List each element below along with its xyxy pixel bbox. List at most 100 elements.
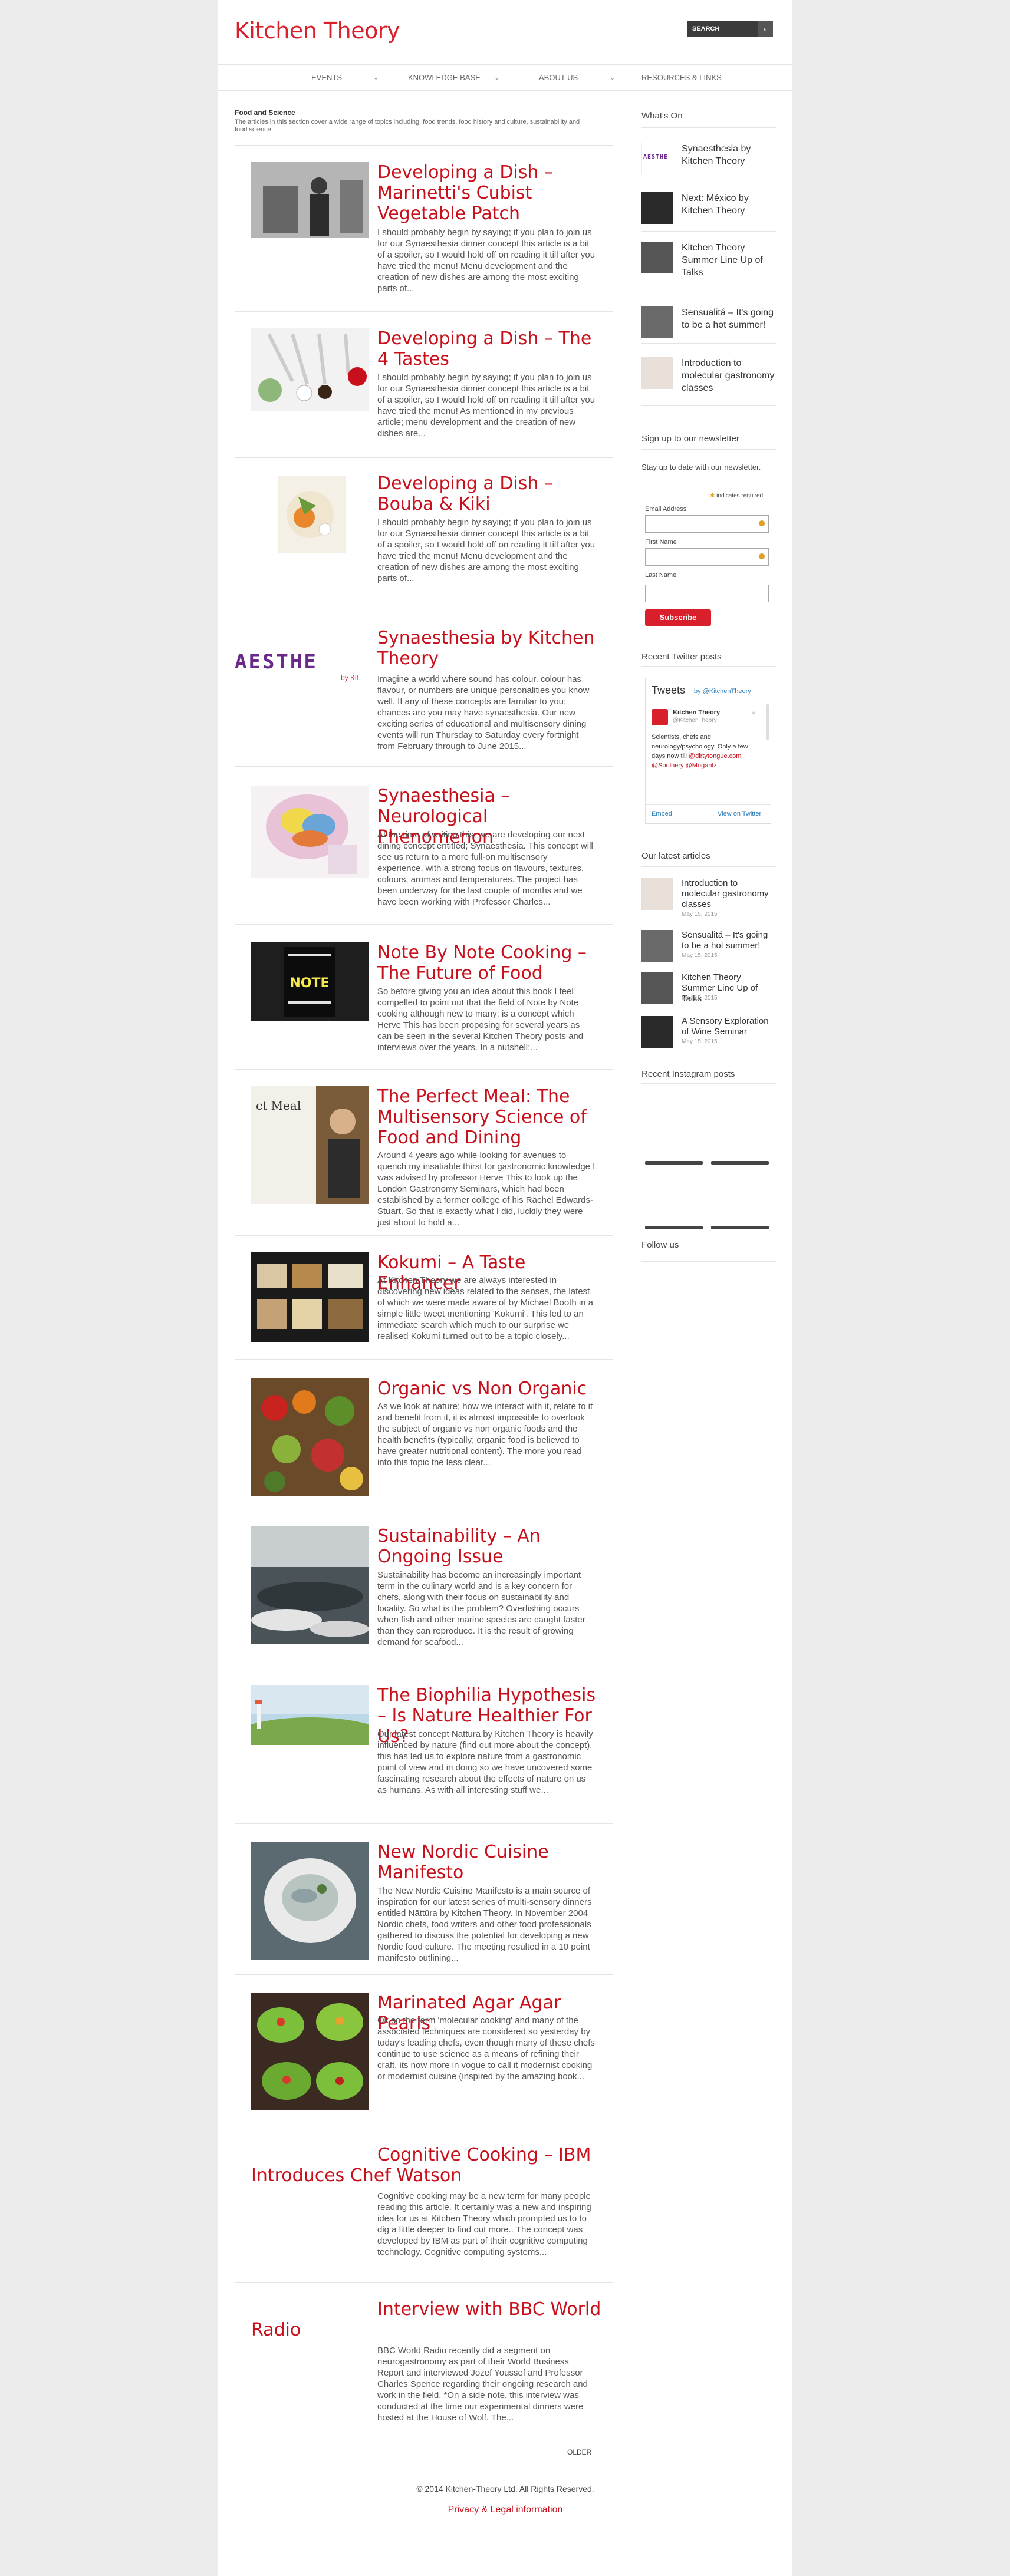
post-item: Sustainability – An Ongoing Issue Sustai… [235,1508,613,1668]
synaesthesia-thumb: AESTHE [641,143,673,174]
twitter-scrollbar[interactable] [766,704,769,740]
whats-on-label: Next: México by Kitchen Theory [682,193,749,216]
post-thumbnail[interactable] [251,1378,369,1496]
subscribe-button[interactable]: Subscribe [645,609,711,626]
search-icon: ⌕ [763,24,768,33]
instagram-tile[interactable] [711,1161,769,1165]
search-button[interactable]: ⌕ [758,21,773,37]
view-on-twitter-link[interactable]: View on Twitter [718,810,761,817]
divider [641,1083,776,1084]
divider [641,1261,776,1262]
instagram-tile[interactable] [645,1161,703,1165]
whats-on-title: What's On [641,111,683,121]
post-thumbnail[interactable] [251,473,369,556]
privacy-link[interactable]: Privacy & Legal information [218,2505,792,2515]
post-excerpt: Sustainability has become an increasingl… [377,1570,585,1647]
post-thumbnail[interactable]: AESTHE by Kit [235,648,369,683]
sensualita-thumb [641,306,673,338]
post-title[interactable]: Synaesthesia by Kitchen Theory [377,628,601,669]
divider [641,449,776,450]
post-thumbnail[interactable] [251,1526,369,1644]
post-item: The Biophilia Hypothesis – Is Nature Hea… [235,1668,613,1823]
post-excerpt: As we look at nature; how we interact wi… [377,1401,593,1467]
post-thumbnail[interactable] [251,1993,369,2110]
latest-article-date: May 15, 2015 [682,952,718,959]
email-field[interactable] [645,515,769,533]
nav-item-events[interactable]: EVENTS ⌄ [311,65,379,91]
divider [641,127,776,128]
nav-item-resources-links[interactable]: RESOURCES & LINKS [641,65,722,91]
footer-copyright: © 2014 Kitchen-Theory Ltd. All Rights Re… [416,2484,594,2493]
latest-article-title: Sensualitá – It's going to be a hot summ… [682,930,768,951]
chevron-down-icon: ⌄ [494,74,500,81]
molecular-class-thumb [641,357,673,389]
post-excerpt: BBC World Radio recently did a segment o… [377,2346,588,2423]
chevron-down-icon: ⌄ [373,74,379,81]
post-title[interactable]: Interview with BBC World Radio [251,2299,605,2340]
post-thumbnail[interactable]: ct Meal [251,1086,369,1204]
whats-on-label: Kitchen Theory Summer Line Up of Talks [682,243,763,278]
older-posts-link[interactable]: OLDER [567,2448,591,2456]
talks-thumb [641,242,673,273]
svg-text:ct Meal: ct Meal [256,1099,301,1113]
divider [641,666,776,667]
post-excerpt: At Kitchen Theory we are always interest… [377,1275,594,1341]
post-title[interactable]: Note By Note Cooking – The Future of Foo… [377,942,601,984]
tweets-by[interactable]: by @KitchenTheory [694,688,751,695]
post-title[interactable]: The Perfect Meal: The Multisensory Scien… [377,1086,601,1148]
instagram-tile[interactable] [711,1226,769,1229]
post-title[interactable]: New Nordic Cuisine Manifesto [377,1842,601,1883]
fishing-boat-sea-image [251,1526,369,1644]
account-name[interactable]: Kitchen Theory [673,709,720,716]
post-title[interactable]: Organic vs Non Organic [377,1378,601,1399]
post-excerpt: Our latest concept Nāttūra by Kitchen Th… [377,1729,593,1795]
email-label: Email Address [645,506,687,513]
post-thumbnail[interactable]: NOTE [251,942,369,1021]
whats-on-label: Introduction to molecular gastronomy cla… [682,358,775,393]
nav-item-about-us[interactable]: ABOUT US ⌄ [539,65,615,91]
post-item: ct Meal The Perfect Meal: The Multisenso… [235,1069,613,1235]
post-item: Marinated Agar Agar Pearls Ok so the ter… [235,1974,613,2128]
account-handle[interactable]: @KitchenTheory [673,717,717,724]
divider [641,231,776,232]
required-dot-icon [759,520,765,526]
follow-us-title: Follow us [641,1240,679,1250]
latest-article-title: Introduction to molecular gastronomy cla… [682,878,769,909]
post-thumbnail[interactable] [251,1685,369,1745]
post-thumbnail[interactable] [251,328,369,411]
post-thumbnail[interactable] [251,786,369,878]
post-title[interactable]: Developing a Dish – Bouba & Kiki [377,473,601,514]
post-thumbnail[interactable] [251,162,369,238]
post-item: Synaesthesia – Neurological Phenomenon A… [235,766,613,924]
bouba-kiki-image [251,473,369,556]
tweet-mentions[interactable]: @Soulnery @Mugaritz [652,762,717,769]
twitter-widget: Tweets by @KitchenTheory Kitchen Theory … [645,678,771,824]
latest-article-thumb [641,930,673,962]
kitchen-theory-avatar[interactable] [652,709,668,725]
search-input[interactable] [687,21,757,37]
post-title[interactable]: Sustainability – An Ongoing Issue [377,1526,601,1567]
required-note: ✱ indicates required [710,493,763,499]
post-excerpt: The New Nordic Cuisine Manifesto is a ma… [377,1886,592,1963]
instagram-tile[interactable] [645,1226,703,1229]
main-nav: EVENTS ⌄ KNOWLEDGE BASE ⌄ ABOUT US ⌄ RESOUR… [218,65,792,91]
post-excerpt: I should probably begin by saying; if yo… [377,227,596,293]
post-title[interactable]: Cognitive Cooking – IBM Introduces Chef … [251,2145,605,2186]
nav-item-knowledge-base[interactable]: KNOWLEDGE BASE ⌄ [408,65,499,91]
note-by-note-book-image: NOTE [251,942,369,1021]
post-thumbnail[interactable] [251,1252,369,1342]
site-logo[interactable]: Kitchen Theory [235,18,400,44]
mexico-thumb [641,192,673,224]
post-title[interactable]: Developing a Dish – The 4 Tastes [377,328,601,370]
last-name-label: Last Name [645,572,677,579]
post-title[interactable]: Developing a Dish – Marinetti's Cubist V… [377,162,601,224]
post-item: Kokumi – A Taste Enhancer At Kitchen The… [235,1235,613,1359]
embed-link[interactable]: Embed [652,810,672,817]
post-excerpt: Around 4 years ago while looking for ave… [377,1150,596,1228]
first-name-field[interactable] [645,548,769,566]
tweet-link[interactable]: @dirtytongue.com [689,753,741,760]
last-name-field[interactable] [645,585,769,602]
nav-label: ABOUT US [539,73,578,82]
category-description: The articles in this section cover a wid… [235,118,580,133]
post-thumbnail[interactable] [251,1842,369,1960]
